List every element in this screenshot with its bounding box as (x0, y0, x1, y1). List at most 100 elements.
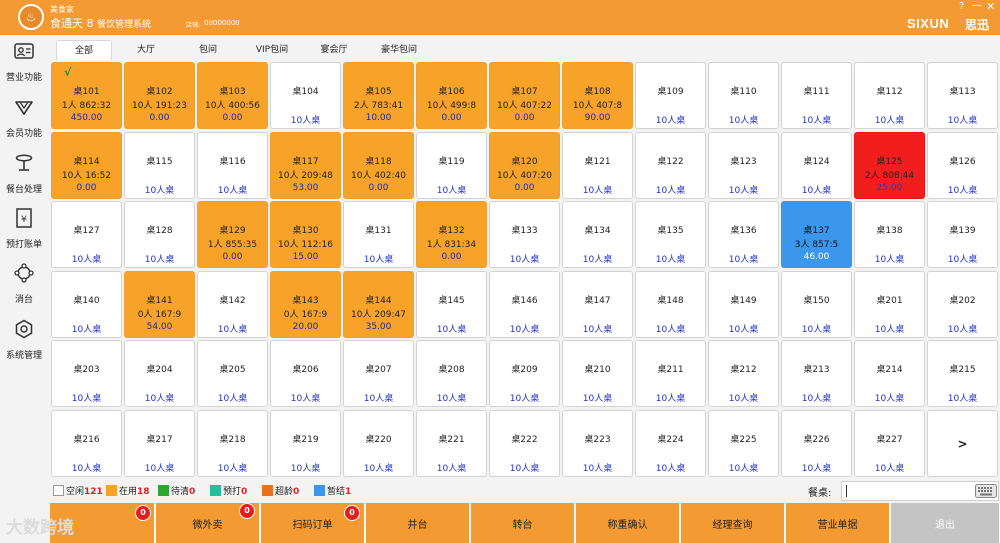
sidebar-item-member[interactable]: 会员功能 (0, 96, 48, 146)
table-cell[interactable]: 桌114 10人 16:52 0.00 (51, 131, 122, 199)
table-cell[interactable]: 桌216 10人桌 (51, 409, 122, 477)
tab-hall[interactable]: 大厅 (120, 40, 172, 60)
exit-button[interactable]: 退出 (891, 503, 1000, 543)
tab-all[interactable]: 全部 (56, 40, 112, 60)
table-cell[interactable]: 桌131 10人桌 (343, 201, 414, 268)
table-cell[interactable]: 桌220 10人桌 (343, 409, 414, 477)
table-cell[interactable]: 桌122 10人桌 (635, 131, 706, 199)
table-cell[interactable]: 桌143 0人 167:9 20.00 (270, 270, 341, 338)
table-cell[interactable]: 桌227 10人桌 (854, 409, 925, 477)
sidebar-item-table-ops[interactable]: 餐台处理 (0, 152, 48, 202)
table-cell[interactable]: 桌125 2人 808:44 25.00 (854, 131, 925, 199)
sidebar-item-prebill[interactable]: ¥ 预打账单 (0, 207, 48, 257)
table-cell[interactable]: 桌206 10人桌 (270, 340, 341, 407)
table-cell[interactable]: 桌148 10人桌 (635, 270, 706, 338)
table-cell[interactable]: 桌117 10人 209:48 53.00 (270, 131, 341, 199)
table-cell[interactable]: 桌105 2人 783:41 10.00 (343, 62, 414, 129)
table-cell[interactable]: 桌141 0人 167:9 54.00 (124, 270, 195, 338)
next-page-button[interactable]: > (927, 409, 998, 477)
transfer-table-button[interactable]: 转台 (471, 503, 575, 543)
tab-banquet-hall[interactable]: 宴会厅 (308, 40, 360, 60)
table-cell[interactable]: 桌221 10人桌 (416, 409, 487, 477)
table-cell[interactable]: 桌201 10人桌 (854, 270, 925, 338)
table-cell[interactable]: 桌134 10人桌 (562, 201, 633, 268)
table-cell[interactable]: 桌109 10人桌 (635, 62, 706, 129)
table-cell[interactable]: 桌205 10人桌 (197, 340, 268, 407)
table-cell[interactable]: 桌142 10人桌 (197, 270, 268, 338)
table-cell[interactable]: 桌120 10人 407:20 0.00 (489, 131, 560, 199)
table-cell[interactable]: 桌204 10人桌 (124, 340, 195, 407)
table-cell[interactable]: 桌104 10人桌 (270, 62, 341, 129)
table-cell[interactable]: 桌103 10人 400:56 0.00 (197, 62, 268, 129)
table-cell[interactable]: 桌116 10人桌 (197, 131, 268, 199)
table-cell[interactable]: 桌218 10人桌 (197, 409, 268, 477)
table-cell[interactable]: 桌209 10人桌 (489, 340, 560, 407)
table-cell[interactable]: 桌124 10人桌 (781, 131, 852, 199)
table-cell[interactable]: 桌102 10人 191:23 0.00 (124, 62, 195, 129)
table-cell[interactable]: 桌138 10人桌 (854, 201, 925, 268)
table-cell[interactable]: 桌222 10人桌 (489, 409, 560, 477)
table-cell[interactable]: 桌126 10人桌 (927, 131, 998, 199)
tab-private-room[interactable]: 包间 (182, 40, 234, 60)
table-cell[interactable]: 桌139 10人桌 (927, 201, 998, 268)
tab-vip-room[interactable]: VIP包间 (244, 40, 300, 60)
tab-luxury-room[interactable]: 豪华包间 (368, 40, 430, 60)
table-cell[interactable]: 桌112 10人桌 (854, 62, 925, 129)
sidebar-item-clear-table[interactable]: 消台 (0, 262, 48, 312)
table-cell[interactable]: 桌223 10人桌 (562, 409, 633, 477)
table-cell[interactable]: 桌135 10人桌 (635, 201, 706, 268)
merge-table-button[interactable]: 并台 (366, 503, 470, 543)
table-cell[interactable]: 桌111 10人桌 (781, 62, 852, 129)
keyboard-icon[interactable] (975, 484, 997, 498)
close-button[interactable]: ✕ (986, 0, 995, 13)
table-cell[interactable]: 桌144 10人 209:47 35.00 (343, 270, 414, 338)
table-cell[interactable]: 桌128 10人桌 (124, 201, 195, 268)
manager-query-button[interactable]: 经理查询 (681, 503, 785, 543)
table-cell[interactable]: 桌210 10人桌 (562, 340, 633, 407)
table-cell[interactable]: 桌136 10人桌 (708, 201, 779, 268)
sidebar-item-system[interactable]: 系统管理 (0, 318, 48, 368)
table-cell[interactable]: 桌110 10人桌 (708, 62, 779, 129)
table-cell[interactable]: 桌118 10人 402:40 0.00 (343, 131, 414, 199)
table-cell[interactable]: 桌149 10人桌 (708, 270, 779, 338)
table-cell[interactable]: 桌115 10人桌 (124, 131, 195, 199)
table-cell[interactable]: 桌133 10人桌 (489, 201, 560, 268)
table-cell[interactable]: 桌145 10人桌 (416, 270, 487, 338)
table-cell[interactable]: 桌150 10人桌 (781, 270, 852, 338)
table-cell[interactable]: 桌106 10人 499:8 0.00 (416, 62, 487, 129)
table-cell[interactable]: √ 桌101 1人 862:32 450.00 (51, 62, 122, 129)
table-cell[interactable]: 桌211 10人桌 (635, 340, 706, 407)
table-cell[interactable]: 桌215 10人桌 (927, 340, 998, 407)
help-button[interactable]: ? (959, 1, 964, 12)
table-cell[interactable]: 桌207 10人桌 (343, 340, 414, 407)
table-cell[interactable]: 桌202 10人桌 (927, 270, 998, 338)
table-cell[interactable]: 桌129 1人 855:35 0.00 (197, 201, 268, 268)
table-cell[interactable]: 桌119 10人桌 (416, 131, 487, 199)
table-cell[interactable]: 桌137 3人 857:5 46.00 (781, 201, 852, 268)
table-cell[interactable]: 桌226 10人桌 (781, 409, 852, 477)
table-cell[interactable]: 桌214 10人桌 (854, 340, 925, 407)
table-cell[interactable]: 桌140 10人桌 (51, 270, 122, 338)
table-cell[interactable]: 桌121 10人桌 (562, 131, 633, 199)
table-cell[interactable]: 桌208 10人桌 (416, 340, 487, 407)
table-cell[interactable]: 桌146 10人桌 (489, 270, 560, 338)
table-cell[interactable]: 桌113 10人桌 (927, 62, 998, 129)
business-receipts-button[interactable]: 营业单据 (786, 503, 890, 543)
table-cell[interactable]: 桌203 10人桌 (51, 340, 122, 407)
sidebar-item-business[interactable]: 营业功能 (0, 40, 48, 90)
table-cell[interactable]: 桌225 10人桌 (708, 409, 779, 477)
table-cell[interactable]: 桌127 10人桌 (51, 201, 122, 268)
table-cell[interactable]: 桌108 10人 407:8 90.00 (562, 62, 633, 129)
table-cell[interactable]: 桌217 10人桌 (124, 409, 195, 477)
table-cell[interactable]: 桌212 10人桌 (708, 340, 779, 407)
weigh-confirm-button[interactable]: 称重确认 (576, 503, 680, 543)
table-cell[interactable]: 桌224 10人桌 (635, 409, 706, 477)
table-cell[interactable]: 桌213 10人桌 (781, 340, 852, 407)
table-cell[interactable]: 桌123 10人桌 (708, 131, 779, 199)
table-cell[interactable]: 桌130 10人 112:16 15.00 (270, 201, 341, 268)
table-cell[interactable]: 桌107 10人 407:22 0.00 (489, 62, 560, 129)
table-cell[interactable]: 桌132 1人 831:34 0.00 (416, 201, 487, 268)
table-cell[interactable]: 桌219 10人桌 (270, 409, 341, 477)
minimize-button[interactable]: — (972, 0, 982, 11)
table-cell[interactable]: 桌147 10人桌 (562, 270, 633, 338)
